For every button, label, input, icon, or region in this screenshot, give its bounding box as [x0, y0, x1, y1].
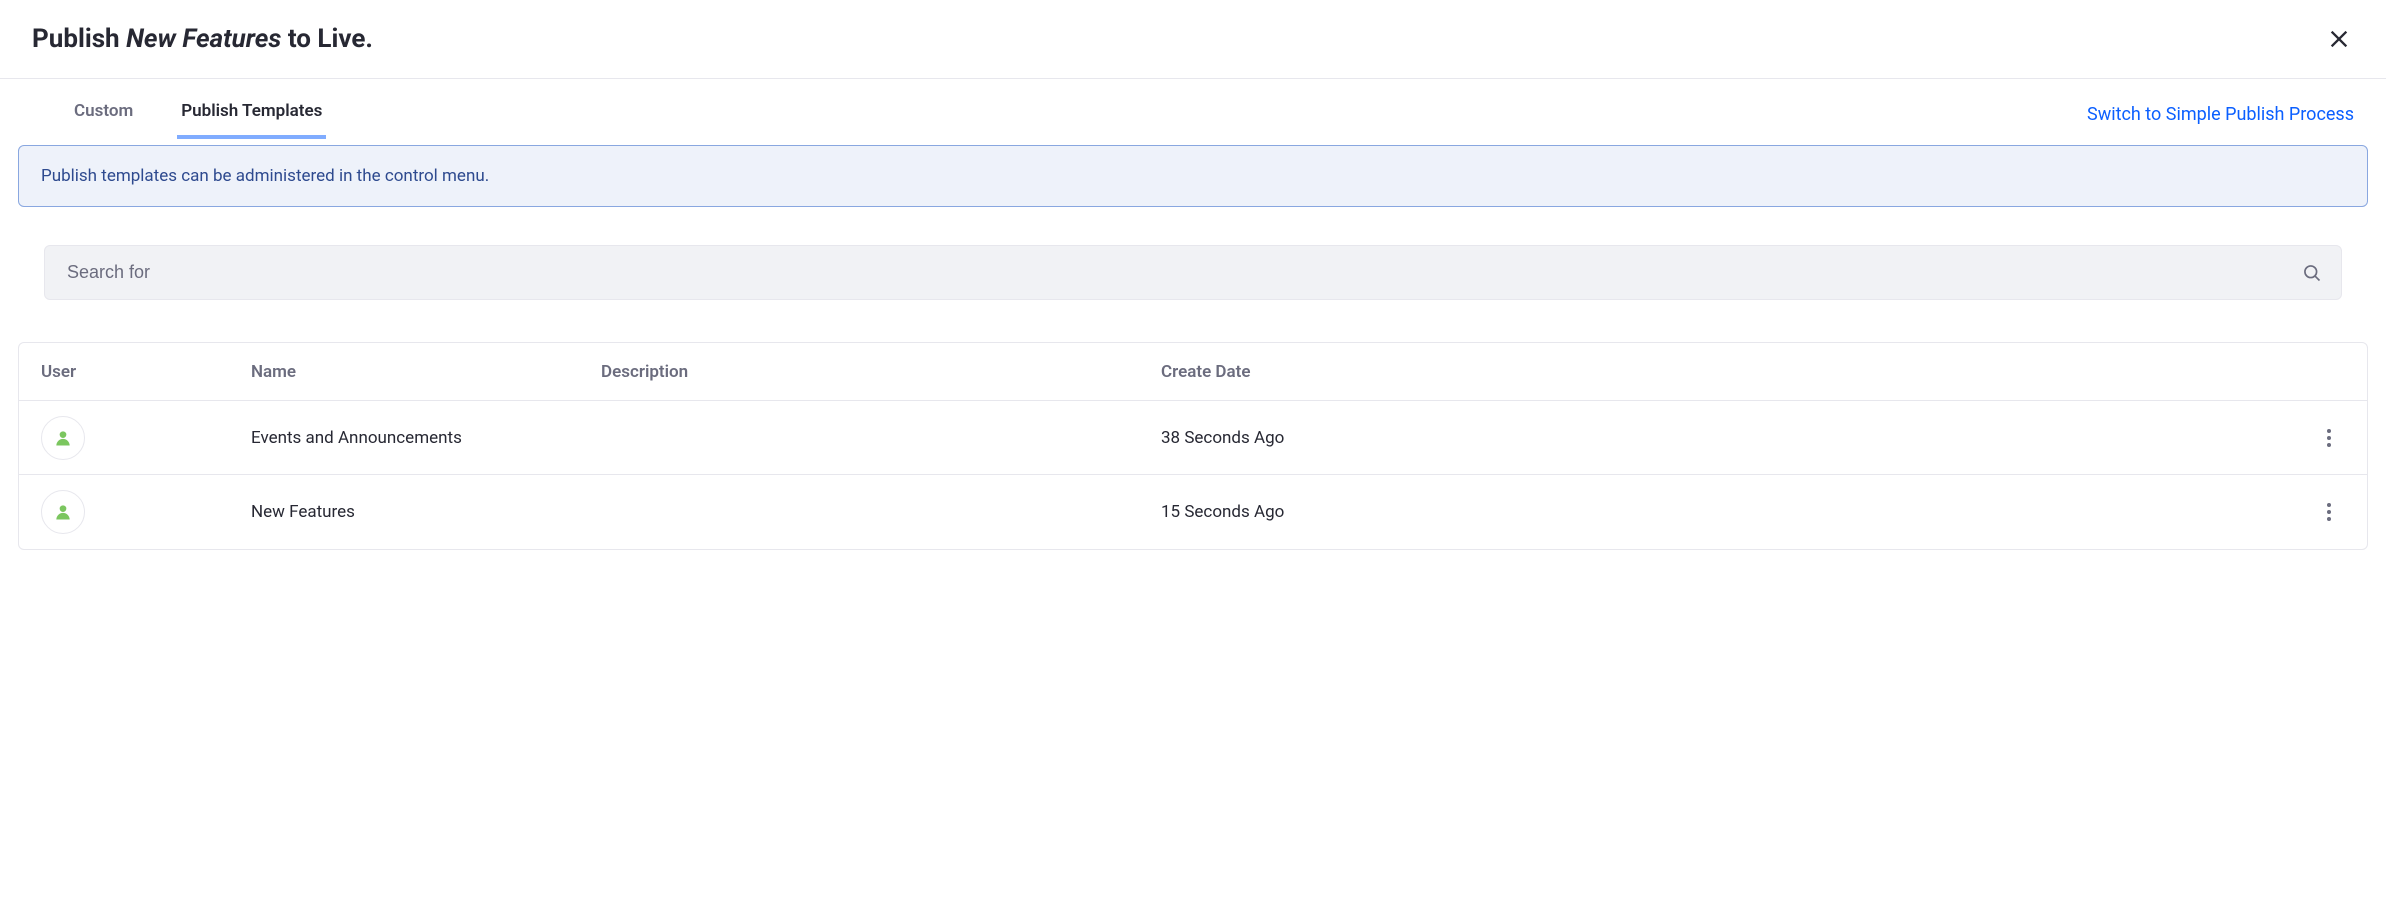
tabs: Custom Publish Templates: [32, 89, 326, 139]
table-header: User Name Description Create Date: [19, 343, 2367, 401]
close-icon: [2328, 28, 2350, 50]
switch-simple-link[interactable]: Switch to Simple Publish Process: [2087, 104, 2354, 139]
row-actions-button[interactable]: [2313, 496, 2345, 528]
tab-publish-templates[interactable]: Publish Templates: [177, 89, 326, 139]
templates-table: User Name Description Create Date Events…: [18, 342, 2368, 550]
tab-custom[interactable]: Custom: [70, 89, 137, 139]
page-title: Publish New Features to Live.: [32, 24, 373, 54]
kebab-icon: [2327, 503, 2331, 521]
th-name: Name: [251, 362, 601, 382]
th-create-date: Create Date: [1161, 362, 2275, 382]
close-button[interactable]: [2324, 24, 2354, 54]
user-icon: [53, 428, 73, 448]
title-suffix: to Live.: [281, 24, 373, 54]
content: Publish templates can be administered in…: [0, 145, 2386, 550]
cell-name: New Features: [251, 502, 601, 522]
kebab-icon: [2327, 429, 2331, 447]
row-actions-button[interactable]: [2313, 422, 2345, 454]
info-alert: Publish templates can be administered in…: [18, 145, 2368, 207]
table-row[interactable]: Events and Announcements 38 Seconds Ago: [19, 401, 2367, 475]
cell-user: [41, 416, 251, 460]
th-description: Description: [601, 362, 1161, 382]
table-row[interactable]: New Features 15 Seconds Ago: [19, 475, 2367, 549]
avatar: [41, 416, 85, 460]
th-user: User: [41, 362, 251, 382]
title-prefix: Publish: [32, 24, 126, 54]
avatar: [41, 490, 85, 534]
tab-row: Custom Publish Templates Switch to Simpl…: [0, 89, 2386, 139]
title-italic: New Features: [126, 24, 281, 54]
cell-create-date: 15 Seconds Ago: [1161, 502, 2275, 522]
cell-user: [41, 490, 251, 534]
user-icon: [53, 502, 73, 522]
modal-header: Publish New Features to Live.: [0, 0, 2386, 79]
cell-create-date: 38 Seconds Ago: [1161, 428, 2275, 448]
search-input[interactable]: [44, 245, 2342, 300]
cell-name: Events and Announcements: [251, 428, 601, 448]
search-icon: [2302, 263, 2322, 283]
search-wrap: [44, 245, 2342, 300]
